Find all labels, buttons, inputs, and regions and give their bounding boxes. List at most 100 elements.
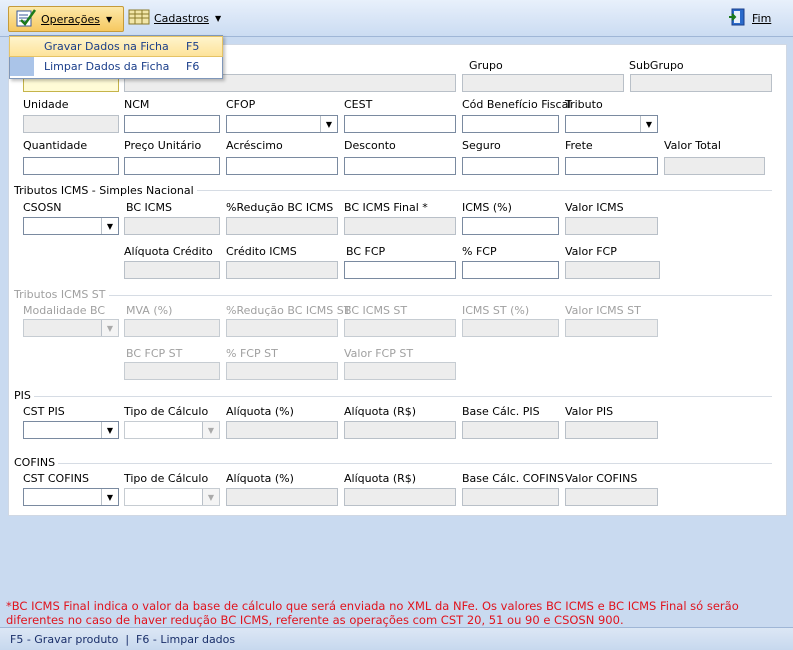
fim-button[interactable]: Fim: [724, 6, 788, 30]
pct-fcp-st-field: [226, 362, 338, 380]
desconto-field[interactable]: [344, 157, 456, 175]
bc-fcp-field[interactable]: [344, 261, 456, 279]
cofins-tipo-calculo-select: ▼: [124, 488, 220, 506]
valor-total-label: Valor Total: [664, 139, 721, 152]
cofins-aliquota-pct-label: Alíquota (%): [226, 472, 294, 485]
grupo-field: [462, 74, 624, 92]
product-tax-form: Grupo SubGrupo Unidade NCM CFOP ▼ CEST C…: [8, 44, 787, 516]
chevron-down-icon: ▼: [105, 14, 113, 24]
acrescimo-field[interactable]: [226, 157, 338, 175]
preco-unitario-field[interactable]: [124, 157, 220, 175]
tributo-select[interactable]: ▼: [565, 115, 658, 133]
cst-pis-label: CST PIS: [23, 405, 65, 418]
cofins-aliquota-pct-field: [226, 488, 338, 506]
tributo-label: Tributo: [565, 98, 603, 111]
chevron-down-icon: ▼: [202, 422, 219, 438]
chevron-down-icon[interactable]: ▼: [320, 116, 337, 132]
subgrupo-label: SubGrupo: [629, 59, 684, 72]
chevron-down-icon: ▼: [101, 320, 118, 336]
operacoes-menu-button[interactable]: Operações ▼: [8, 6, 124, 32]
reducao-bc-st-label: %Redução BC ICMS ST: [226, 304, 351, 317]
menu-item-gravar-shortcut: F5: [186, 40, 200, 53]
cofins-tipo-calculo-label: Tipo de Cálculo: [124, 472, 209, 485]
cofins-aliquota-rs-label: Alíquota (R$): [344, 472, 417, 485]
spreadsheet-icon: [128, 8, 150, 29]
menu-item-limpar-label: Limpar Dados da Ficha: [44, 60, 170, 73]
csosn-label: CSOSN: [23, 201, 62, 214]
cst-cofins-label: CST COFINS: [23, 472, 89, 485]
reducao-bc-label: %Redução BC ICMS: [226, 201, 334, 214]
base-calc-cofins-label: Base Cálc. COFINS: [462, 472, 564, 485]
subgrupo-field: [630, 74, 772, 92]
bc-icms-st-label: BC ICMS ST: [344, 304, 408, 317]
base-calc-pis-label: Base Cálc. PIS: [462, 405, 540, 418]
menu-gutter: [10, 37, 34, 56]
base-calc-pis-field: [462, 421, 559, 439]
cadastros-menu-button[interactable]: Cadastros ▼: [124, 6, 228, 30]
valor-fcp-field: [565, 261, 660, 279]
cofins-aliquota-rs-field: [344, 488, 456, 506]
bc-icms-st-field: [344, 319, 456, 337]
modalidade-bc-label: Modalidade BC: [23, 304, 106, 317]
bc-icms-label: BC ICMS: [126, 201, 172, 214]
bc-icms-field: [124, 217, 220, 235]
pis-aliquota-rs-label: Alíquota (R$): [344, 405, 417, 418]
status-text: F5 - Gravar produto | F6 - Limpar dados: [10, 632, 236, 646]
pis-aliquota-pct-label: Alíquota (%): [226, 405, 294, 418]
desconto-label: Desconto: [344, 139, 396, 152]
valor-icms-st-label: Valor ICMS ST: [565, 304, 641, 317]
mva-field: [124, 319, 220, 337]
cst-pis-select[interactable]: ▼: [23, 421, 119, 439]
frete-field[interactable]: [565, 157, 658, 175]
chevron-down-icon[interactable]: ▼: [101, 218, 118, 234]
pis-group: [17, 396, 772, 397]
frete-label: Frete: [565, 139, 593, 152]
ncm-field[interactable]: [124, 115, 220, 133]
aliquota-credito-field: [124, 261, 220, 279]
bc-fcp-st-label: BC FCP ST: [126, 347, 183, 360]
chevron-down-icon[interactable]: ▼: [640, 116, 657, 132]
quantidade-field[interactable]: [23, 157, 119, 175]
chevron-down-icon: ▼: [214, 13, 222, 23]
mva-label: MVA (%): [126, 304, 173, 317]
icms-st-title: Tributos ICMS ST: [14, 288, 109, 301]
pct-fcp-label: % FCP: [462, 245, 497, 258]
menu-item-limpar[interactable]: Limpar Dados da Ficha F6: [10, 57, 222, 76]
cst-cofins-select[interactable]: ▼: [23, 488, 119, 506]
pct-fcp-field[interactable]: [462, 261, 559, 279]
pis-title: PIS: [14, 389, 34, 402]
cadastros-label: Cadastros: [154, 11, 209, 25]
menu-item-gravar[interactable]: Gravar Dados na Ficha F5: [9, 36, 223, 57]
csosn-select[interactable]: ▼: [23, 217, 119, 235]
valor-icms-label: Valor ICMS: [565, 201, 624, 214]
credito-icms-field: [226, 261, 338, 279]
ncm-label: NCM: [124, 98, 150, 111]
seguro-label: Seguro: [462, 139, 501, 152]
preco-unitario-label: Preço Unitário: [124, 139, 202, 152]
chevron-down-icon: ▼: [202, 489, 219, 505]
seguro-field[interactable]: [462, 157, 559, 175]
cest-label: CEST: [344, 98, 373, 111]
icms-st-pct-field: [462, 319, 559, 337]
checklist-icon: [13, 8, 37, 31]
pis-tipo-calculo-select: ▼: [124, 421, 220, 439]
valor-icms-st-field: [565, 319, 658, 337]
cest-field[interactable]: [344, 115, 456, 133]
status-bar: F5 - Gravar produto | F6 - Limpar dados: [0, 627, 793, 650]
icms-pct-field[interactable]: [462, 217, 559, 235]
cfop-select[interactable]: ▼: [226, 115, 338, 133]
unidade-label: Unidade: [23, 98, 69, 111]
chevron-down-icon[interactable]: ▼: [101, 489, 118, 505]
reducao-bc-field: [226, 217, 338, 235]
pis-aliquota-rs-field: [344, 421, 456, 439]
valor-fcp-st-label: Valor FCP ST: [344, 347, 414, 360]
exit-door-icon: [728, 7, 748, 30]
cod-beneficio-field[interactable]: [462, 115, 559, 133]
quantidade-label: Quantidade: [23, 139, 88, 152]
pis-tipo-calculo-label: Tipo de Cálculo: [124, 405, 209, 418]
chevron-down-icon[interactable]: ▼: [101, 422, 118, 438]
toolbar: Operações ▼ Cadastros ▼ Fim: [0, 0, 793, 37]
reducao-bc-st-field: [226, 319, 338, 337]
cod-beneficio-label: Cód Benefício Fiscal: [462, 98, 572, 111]
menu-item-gravar-label: Gravar Dados na Ficha: [44, 40, 169, 53]
